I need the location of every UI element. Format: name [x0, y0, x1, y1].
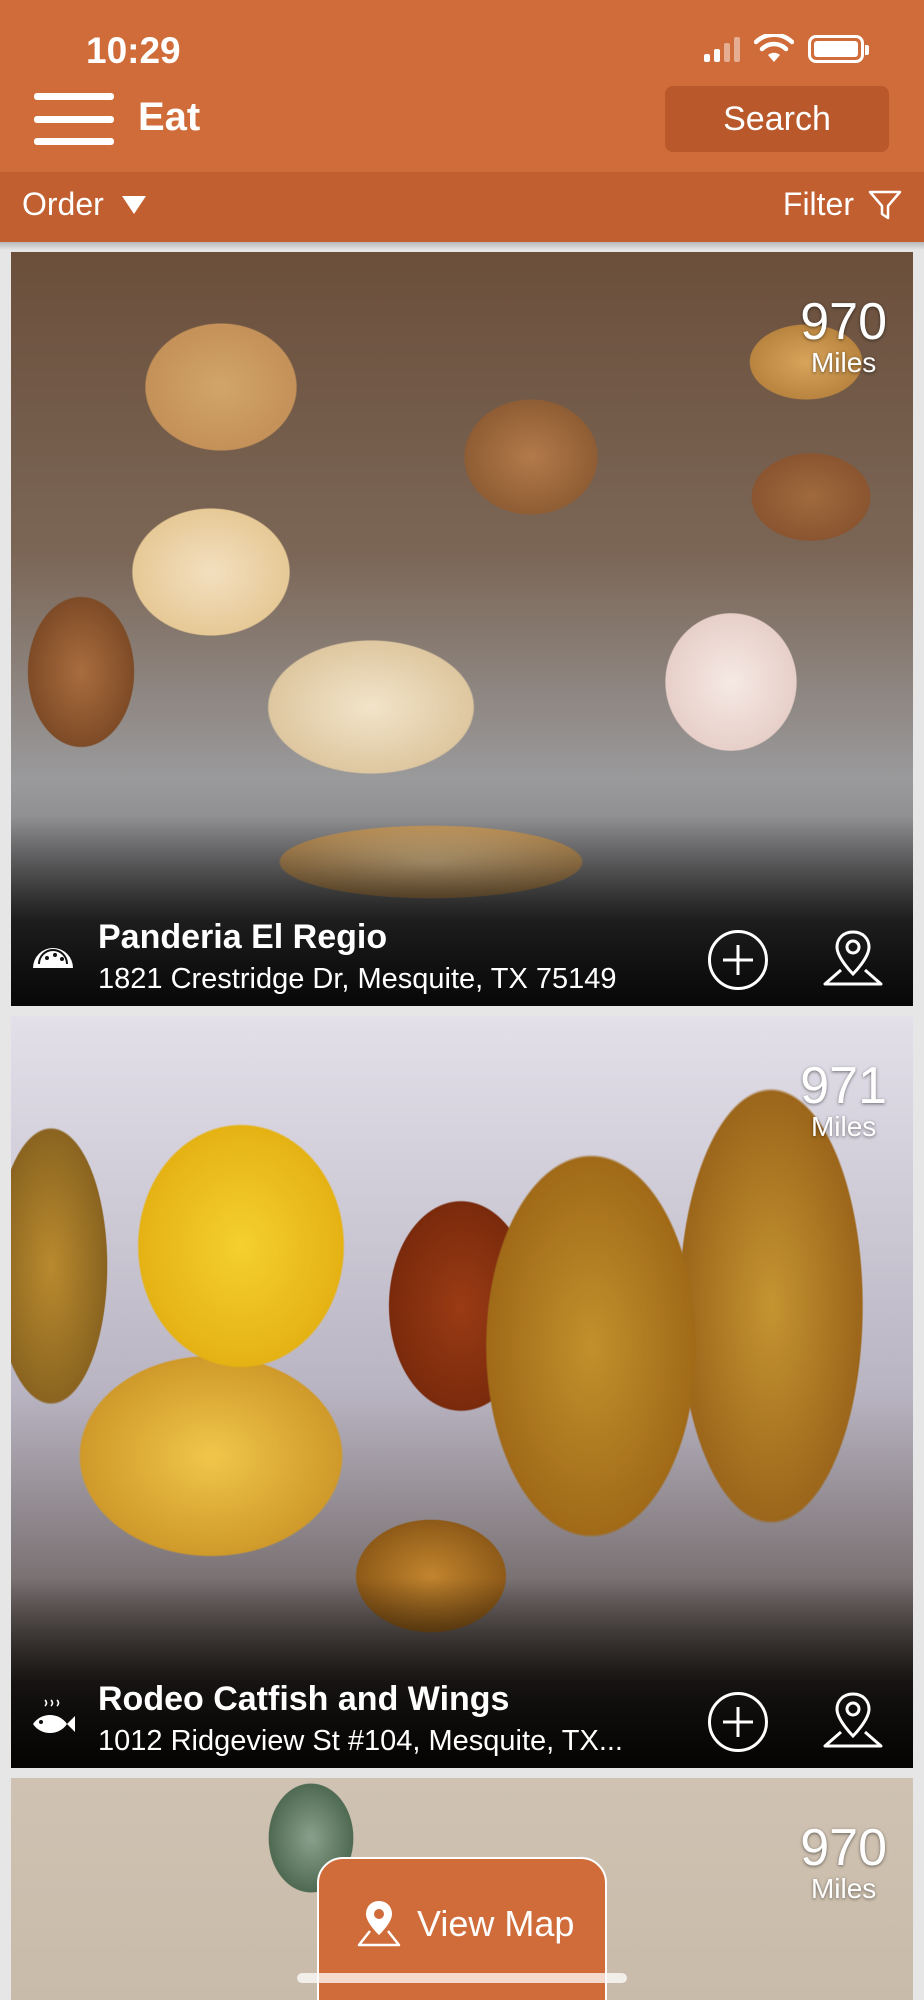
- listing-card[interactable]: 970 Miles Panderia El Regio 1821 Crestri…: [11, 252, 913, 1006]
- battery-icon: [808, 35, 869, 63]
- order-label: Order: [22, 186, 104, 222]
- map-pin-icon: [357, 1901, 401, 1947]
- view-map-label: View Map: [417, 1903, 575, 1944]
- listing-footer: Rodeo Catfish and Wings 1012 Ridgeview S…: [11, 1668, 913, 1768]
- sort-filter-bar: Order Filter: [0, 172, 924, 242]
- distance-unit: Miles: [810, 1111, 877, 1142]
- status-time: 10:29: [86, 30, 181, 71]
- funnel-icon: [868, 190, 902, 219]
- distance-value: 970: [800, 1819, 887, 1877]
- distance-unit: Miles: [810, 347, 877, 378]
- order-dropdown[interactable]: Order: [22, 186, 146, 223]
- distance-badge: 970 Miles: [800, 1822, 887, 1904]
- cellular-signal-icon: [704, 36, 740, 62]
- page-title: Eat: [138, 95, 201, 139]
- listing-card[interactable]: 971 Miles Rodeo Catfish and Wings 1012 R…: [11, 1016, 913, 1768]
- listing-footer: Panderia El Regio 1821 Crestridge Dr, Me…: [11, 906, 913, 1006]
- divider: [0, 242, 924, 250]
- distance-value: 970: [800, 293, 887, 351]
- status-icons: [704, 34, 869, 64]
- listing-name: Panderia El Regio: [98, 918, 388, 956]
- caret-down-icon: [121, 195, 146, 214]
- distance-badge: 971 Miles: [800, 1060, 887, 1142]
- distance-unit: Miles: [810, 1873, 877, 1904]
- wifi-icon: [754, 34, 794, 62]
- add-favorite-button[interactable]: [708, 1692, 768, 1752]
- distance-badge: 970 Miles: [800, 296, 887, 378]
- taco-icon: [33, 948, 73, 968]
- location-pin-icon[interactable]: [821, 1688, 885, 1752]
- search-button[interactable]: Search: [665, 86, 889, 152]
- distance-value: 971: [800, 1057, 887, 1115]
- listing-address: 1821 Crestridge Dr, Mesquite, TX 75149: [98, 963, 617, 995]
- hamburger-menu-icon[interactable]: [34, 93, 114, 145]
- listing-name: Rodeo Catfish and Wings: [98, 1680, 510, 1718]
- filter-label: Filter: [782, 186, 854, 222]
- fish-icon: [33, 1699, 75, 1733]
- filter-button[interactable]: Filter: [783, 186, 902, 223]
- listing-address: 1012 Ridgeview St #104, Mesquite, TX...: [98, 1725, 623, 1757]
- app-header: 10:29 Eat Search: [0, 0, 924, 172]
- home-indicator[interactable]: [297, 1973, 627, 1983]
- location-pin-icon[interactable]: [821, 926, 885, 990]
- add-favorite-button[interactable]: [708, 930, 768, 990]
